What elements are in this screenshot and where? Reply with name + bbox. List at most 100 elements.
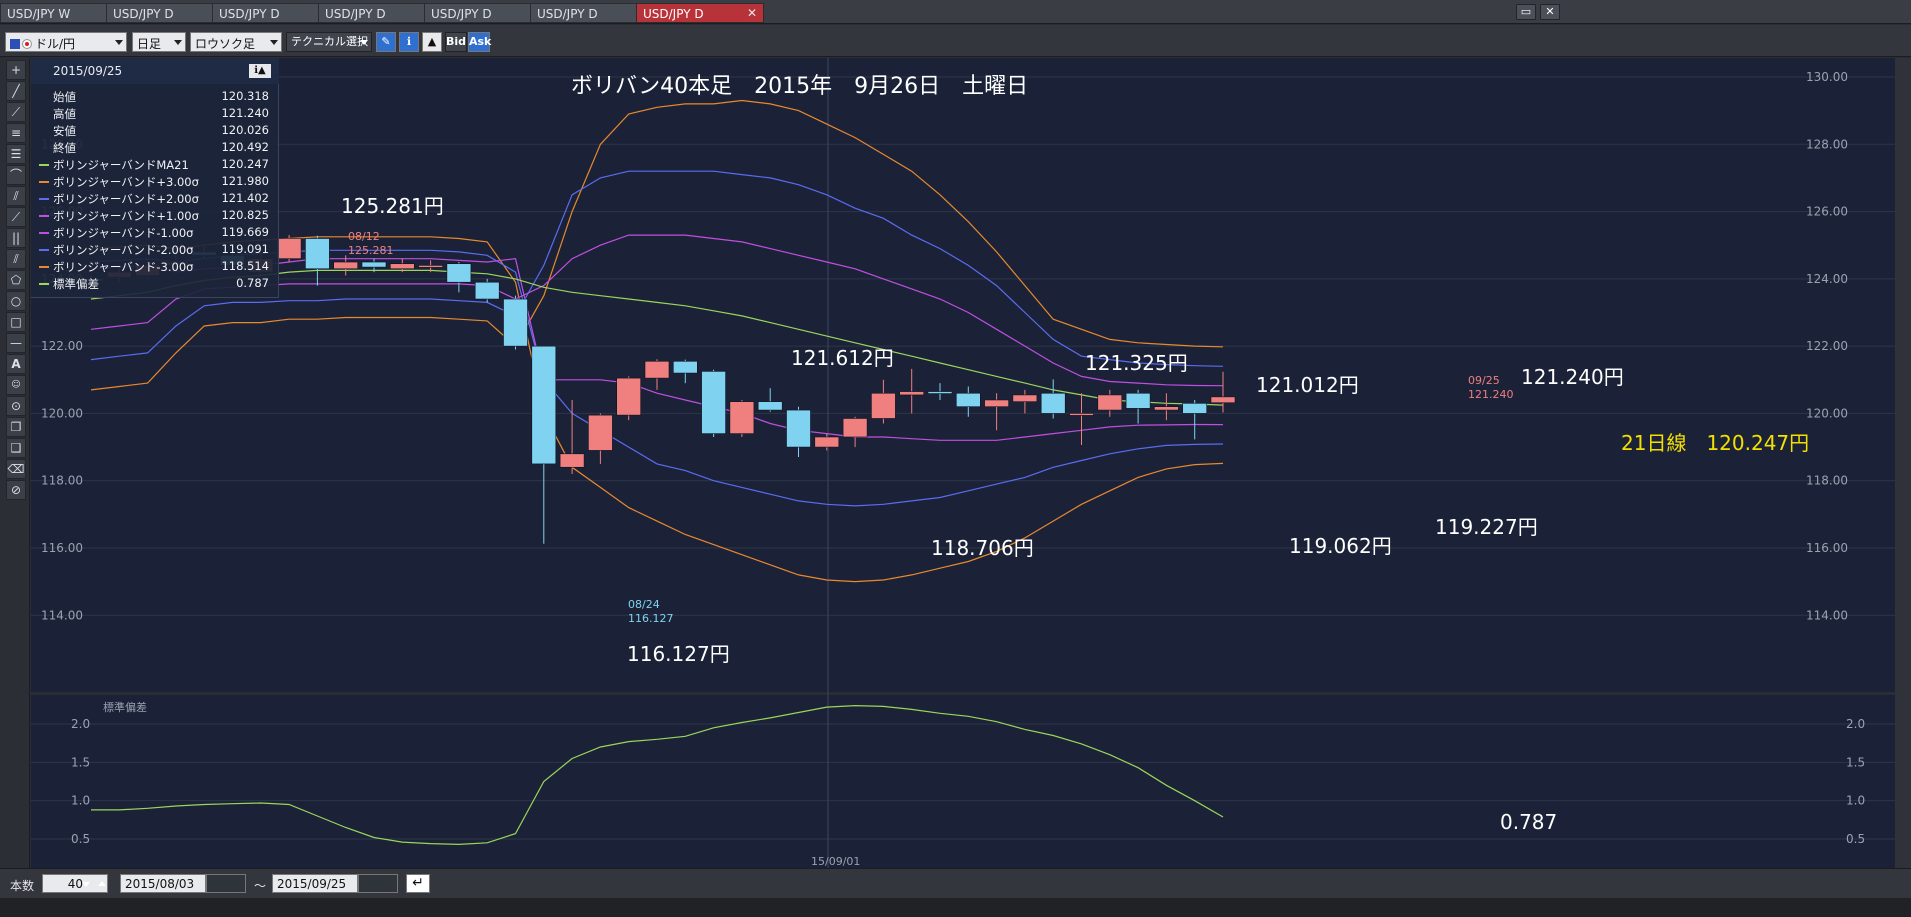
currency-pair-value: ドル/円: [35, 37, 76, 51]
horizontal-line-tool-icon[interactable]: ≡: [6, 123, 26, 143]
info-row-label: ボリンジャーバンドMA21: [53, 158, 189, 172]
chart-type-value: ロウソク足: [195, 37, 256, 51]
bearish-candle: [1182, 403, 1207, 414]
timeframe-value: 日足: [137, 37, 162, 51]
bar-count-label: 本数: [10, 879, 35, 893]
bullish-candle: [1012, 394, 1038, 402]
end-date-input[interactable]: 2015/09/25: [272, 874, 358, 893]
bearish-candle: [305, 238, 330, 270]
info-icon: ℹ: [406, 35, 412, 48]
annotation-ma21: 21日線 120.247円: [1621, 431, 1809, 455]
info-button[interactable]: ℹ: [399, 32, 419, 52]
polygon-tool-icon[interactable]: ⬠: [6, 270, 26, 290]
bearish-candle: [786, 409, 811, 448]
end-date-value: 2015/09/25: [277, 877, 347, 891]
apply-range-button[interactable]: ↵: [406, 874, 430, 893]
close-icon[interactable]: ✕: [747, 6, 757, 20]
copy-tool-icon[interactable]: ❐: [6, 417, 26, 437]
series-color-swatch: [39, 198, 49, 200]
fibonacci-tool-icon[interactable]: ☰: [6, 144, 26, 164]
technical-select-button[interactable]: テクニカル選択: [286, 32, 372, 52]
low-marker-value: 116.127: [628, 612, 674, 625]
chevron-down-icon[interactable]: [82, 882, 90, 887]
info-row-label: 始値: [53, 90, 76, 104]
right-scrollbar[interactable]: [1895, 58, 1911, 868]
info-row: 安値 120.026: [31, 123, 279, 139]
rectangle-tool-icon[interactable]: □: [6, 312, 26, 332]
candlestick-chart[interactable]: 130.00130.00128.00128.00126.00126.00124.…: [31, 58, 1895, 868]
sub-y-tick-label-right: 0.5: [1846, 832, 1865, 846]
info-row-label: ボリンジャーバンド+2.00σ: [53, 192, 199, 206]
bullish-candle: [729, 401, 755, 434]
delete-all-tool-icon[interactable]: ⊘: [6, 480, 26, 500]
bid-button[interactable]: Bid: [445, 32, 467, 52]
y-tick-label-left: 120.00: [41, 406, 83, 420]
tab-label: USD/JPY D: [431, 7, 492, 21]
ellipse-tool-icon[interactable]: ○: [6, 291, 26, 311]
eraser-tool-icon[interactable]: ⌫: [6, 459, 26, 479]
collapse-panel-icon[interactable]: ℹ▲: [249, 64, 271, 78]
sub-y-tick-label-right: 1.0: [1846, 794, 1865, 808]
pitchfork-tool-icon[interactable]: ⫽: [6, 249, 26, 269]
start-time-input[interactable]: [206, 874, 246, 893]
series-color-swatch: [39, 266, 49, 268]
info-row-value: 120.825: [221, 208, 269, 222]
bullish-candle: [559, 453, 585, 468]
fan-tool-icon[interactable]: ⟋: [6, 207, 26, 227]
currency-pair-select[interactable]: ドル/円: [5, 32, 127, 52]
chevron-up-icon[interactable]: [98, 881, 106, 886]
vertical-lines-tool-icon[interactable]: ||: [6, 228, 26, 248]
bullish-candle: [984, 399, 1009, 408]
sub-y-tick-label-left: 0.5: [71, 832, 90, 846]
y-tick-label-right: 114.00: [1806, 608, 1848, 622]
y-tick-label-left: 116.00: [41, 541, 83, 555]
high-marker-date: 08/12: [348, 230, 380, 243]
y-tick-label-right: 124.00: [1806, 272, 1848, 286]
line-tool-icon[interactable]: —: [6, 333, 26, 353]
pencil-icon: ✎: [381, 35, 391, 48]
paste-tool-icon[interactable]: ❑: [6, 438, 26, 458]
tab-usdjpy-daily-active[interactable]: USD/JPY D ✕: [636, 3, 764, 23]
annotation-121012: 121.012円: [1256, 373, 1359, 397]
text-tool-icon[interactable]: A: [6, 354, 26, 374]
channel-tool-icon[interactable]: ⫽: [6, 186, 26, 206]
chart-type-select[interactable]: ロウソク足: [190, 32, 282, 52]
close-window-icon[interactable]: ✕: [1540, 4, 1560, 20]
info-row-label: 終値: [53, 141, 76, 155]
info-row-label: ボリンジャーバンド+1.00σ: [53, 209, 199, 223]
info-row: ボリンジャーバンド-1.00σ 119.669: [31, 225, 279, 241]
magnet-tool-icon[interactable]: ⊙: [6, 396, 26, 416]
technical-select-label: テクニカル選択: [291, 35, 368, 48]
restore-window-icon[interactable]: ▭: [1516, 4, 1536, 20]
info-row-value: 120.492: [221, 140, 269, 154]
bar-count-value: 40: [67, 877, 83, 891]
high-marker-value: 125.281: [348, 244, 394, 257]
timeframe-select[interactable]: 日足: [132, 32, 186, 52]
y-tick-label-right: 130.00: [1806, 70, 1848, 84]
y-tick-label-right: 126.00: [1806, 205, 1848, 219]
volume-chart-button[interactable]: ▲: [422, 32, 442, 52]
end-time-input[interactable]: [358, 874, 398, 893]
stamp-tool-icon[interactable]: ☺: [6, 375, 26, 395]
trendline-tool-icon[interactable]: ╱: [6, 81, 26, 101]
bearish-candle: [503, 298, 528, 347]
start-date-input[interactable]: 2015/08/03: [120, 874, 206, 893]
info-row-value: 121.980: [221, 174, 269, 188]
chevron-down-icon: [360, 40, 368, 45]
chevron-down-icon: [270, 40, 278, 45]
pen-tool-button[interactable]: ✎: [376, 32, 396, 52]
y-tick-label-left: 118.00: [41, 474, 83, 488]
bullish-candle: [616, 377, 642, 416]
bullish-candle: [418, 265, 443, 268]
bearish-candle: [672, 360, 698, 374]
ask-button[interactable]: Ask: [468, 32, 491, 52]
bullish-candle: [644, 360, 670, 379]
info-panel-header: 2015/09/25 ℹ▲: [31, 58, 279, 84]
bullish-candle: [1210, 396, 1236, 404]
ray-tool-icon[interactable]: ⟋: [6, 102, 26, 122]
gann-fan-tool-icon[interactable]: ⌒: [6, 165, 26, 185]
info-row: ボリンジャーバンド+1.00σ 120.825: [31, 208, 279, 224]
info-row-value: 121.402: [221, 191, 269, 205]
crosshair-tool-icon[interactable]: +: [6, 60, 26, 80]
info-row-label: 安値: [53, 124, 76, 138]
